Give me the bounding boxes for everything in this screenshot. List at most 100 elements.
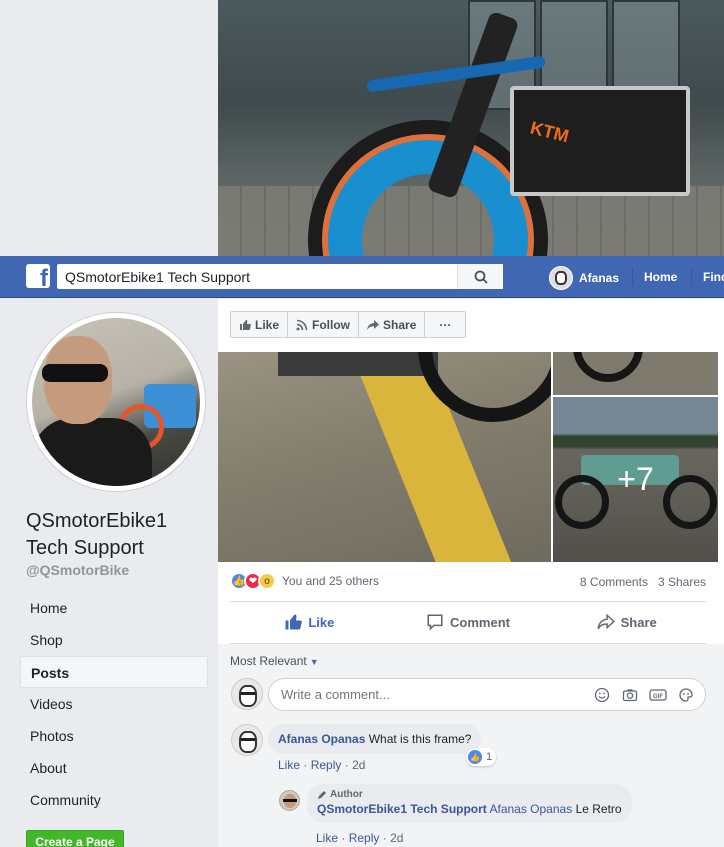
search-box — [57, 264, 503, 289]
separator-dot: · — [341, 831, 349, 845]
reply-bubble: Author QSmotorEbike1 Tech Support Afanas… — [307, 784, 632, 823]
comment-bubble: Afanas Opanas What is this frame? — [268, 724, 482, 754]
page-handle[interactable]: @QSmotorBike — [26, 562, 129, 578]
cover-photo[interactable]: KTM — [218, 0, 724, 256]
avatar[interactable] — [231, 724, 263, 756]
bike-battery-panel — [510, 86, 690, 196]
sidebar-item-about[interactable]: About — [20, 752, 208, 784]
sidebar-item-shop[interactable]: Shop — [20, 624, 208, 656]
reply-like-link[interactable]: Like — [316, 831, 338, 845]
search-input[interactable] — [57, 264, 457, 289]
page-sidebar-nav: Home Shop Posts Videos Photos About Comm… — [20, 592, 208, 816]
nav-divider — [691, 268, 692, 286]
avatar-face — [239, 685, 257, 707]
page-share-button[interactable]: Share — [359, 312, 426, 337]
post-like-button[interactable]: Like — [230, 604, 389, 640]
reply-timestamp[interactable]: 2d — [390, 831, 403, 845]
like-reaction-icon: 👍 — [468, 750, 482, 764]
svg-text:GIF: GIF — [653, 694, 663, 700]
background-gray — [0, 0, 218, 256]
more-photos-overlay[interactable]: +7 — [553, 397, 718, 562]
reply-mention-link[interactable]: Afanas Opanas — [489, 802, 572, 816]
comment-author-link[interactable]: Afanas Opanas — [278, 732, 365, 746]
comment-like-link[interactable]: Like — [278, 758, 300, 772]
gif-icon[interactable]: GIF — [649, 686, 667, 704]
top-navbar: f Afanas Home Find — [0, 256, 724, 298]
comment-input[interactable] — [281, 687, 561, 702]
separator-dot: · — [303, 758, 311, 772]
wow-reaction-icon: o — [258, 572, 276, 590]
reply-reply-link[interactable]: Reply — [349, 831, 380, 845]
avatar-eyes — [241, 692, 255, 695]
profile-picture[interactable] — [26, 312, 206, 492]
nav-user-name: Afanas — [579, 271, 620, 285]
post-photo-secondary[interactable] — [553, 352, 718, 395]
more-options-icon: ··· — [439, 317, 452, 332]
sidebar-item-videos[interactable]: Videos — [20, 688, 208, 720]
nav-home-link[interactable]: Home — [644, 270, 677, 284]
search-icon — [474, 270, 488, 284]
create-page-button[interactable]: Create a Page — [26, 830, 124, 847]
sticker-icon[interactable] — [677, 686, 695, 704]
page-like-label: Like — [255, 317, 280, 332]
post-action-bar: Like Comment Share — [230, 604, 706, 640]
more-options-button[interactable]: ··· — [425, 312, 465, 337]
bike-wheel — [573, 352, 643, 382]
comment-reply-link[interactable]: Reply — [311, 758, 342, 772]
profile-photo — [32, 318, 200, 486]
comments-count-link[interactable]: 8 Comments — [580, 575, 648, 589]
camera-icon[interactable] — [621, 686, 639, 704]
author-badge-label: Author — [330, 789, 363, 800]
comment-bubble-icon — [427, 614, 443, 631]
nav-divider — [632, 268, 633, 286]
page-share-label: Share — [383, 317, 417, 332]
thumbs-up-icon — [285, 614, 303, 630]
rss-follow-icon — [296, 319, 308, 330]
avatar-face — [239, 731, 257, 753]
sidebar-item-home[interactable]: Home — [20, 592, 208, 624]
page-title[interactable]: QSmotorEbike1 Tech Support — [26, 508, 206, 562]
shares-count-link[interactable]: 3 Shares — [658, 575, 706, 589]
post-comment-label: Comment — [450, 614, 510, 630]
comment-reaction-count[interactable]: 👍 1 — [466, 748, 497, 766]
reply-text: Le Retro — [575, 802, 622, 816]
sidebar-item-community[interactable]: Community — [20, 784, 208, 816]
post-comment-button[interactable]: Comment — [389, 604, 548, 640]
nav-profile-link[interactable]: Afanas — [549, 266, 619, 290]
reply-author-link[interactable]: QSmotorEbike1 Tech Support — [317, 802, 487, 816]
avatar[interactable] — [279, 790, 300, 811]
page-follow-button[interactable]: Follow — [288, 312, 360, 337]
thumbs-up-icon — [240, 319, 251, 330]
comment-sort-dropdown[interactable]: Most Relevant ▼ — [230, 654, 319, 668]
bike-frame — [278, 352, 438, 376]
reaction-count: 1 — [486, 751, 493, 763]
pencil-icon — [318, 790, 326, 799]
sidebar-item-posts[interactable]: Posts — [20, 656, 208, 688]
page-action-bar: Like Follow Share ··· — [230, 311, 467, 338]
page-like-button[interactable]: Like — [231, 312, 289, 337]
reply-meta: Like · Reply · 2d — [316, 831, 403, 845]
composer-tools: GIF — [593, 686, 695, 704]
reactions-text: You and 25 others — [282, 574, 379, 588]
post-share-button[interactable]: Share — [547, 604, 706, 640]
post-like-label: Like — [308, 614, 335, 630]
comment-share-counts: 8 Comments 3 Shares — [580, 575, 706, 589]
avatar — [549, 266, 573, 290]
photo-glasses — [42, 364, 108, 382]
sidebar-item-photos[interactable]: Photos — [20, 720, 208, 752]
share-arrow-icon — [367, 319, 380, 330]
emoji-icon[interactable] — [593, 686, 611, 704]
post-photo-main[interactable] — [218, 352, 551, 562]
comment-composer: GIF — [268, 678, 706, 711]
divider — [230, 601, 706, 602]
separator-dot: · — [382, 831, 391, 845]
avatar[interactable] — [231, 678, 263, 710]
comment-timestamp[interactable]: 2d — [352, 758, 365, 772]
search-button[interactable] — [457, 264, 503, 289]
page-follow-label: Follow — [312, 317, 351, 332]
reactions-summary[interactable]: 👍 ❤ o You and 25 others — [230, 572, 379, 590]
photo-shirt — [32, 418, 152, 486]
facebook-logo-icon[interactable]: f — [26, 264, 50, 291]
nav-find-friends-link[interactable]: Find — [703, 270, 724, 284]
comment-meta: Like · Reply · 2d — [278, 758, 365, 772]
